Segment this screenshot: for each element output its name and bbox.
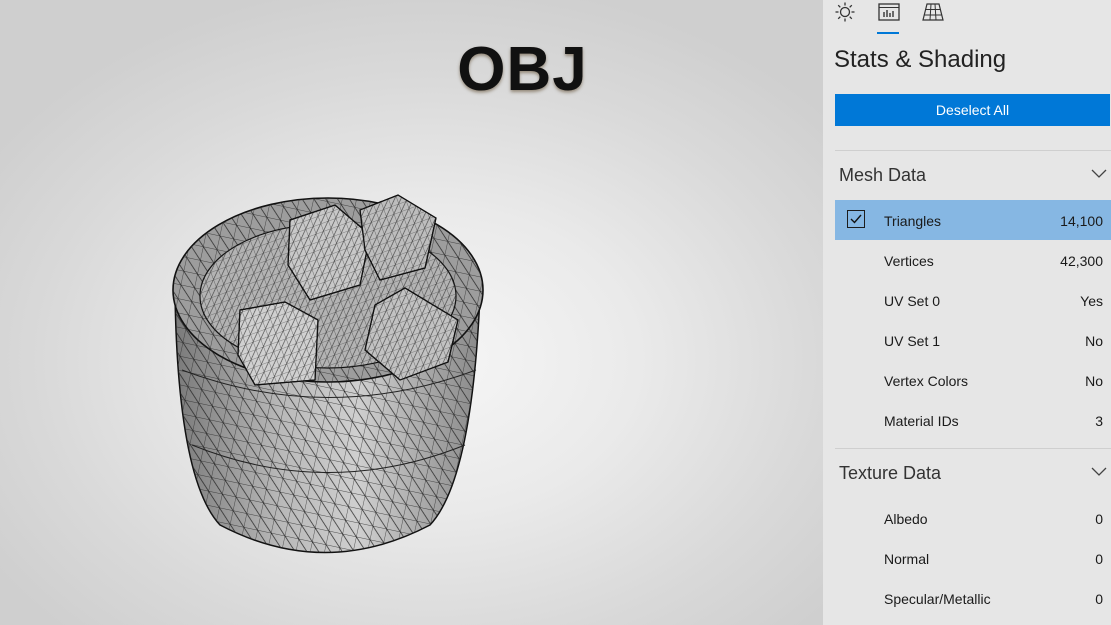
texture-row-normal[interactable]: Normal 0 bbox=[835, 538, 1111, 578]
chevron-down-icon bbox=[1091, 467, 1107, 476]
row-value: 0 bbox=[1095, 511, 1103, 527]
row-value: 14,100 bbox=[1060, 213, 1103, 229]
divider bbox=[835, 150, 1111, 151]
tab-grid[interactable] bbox=[921, 0, 945, 24]
3d-viewport[interactable]: OBJ bbox=[0, 0, 823, 625]
panel-title: Stats & Shading bbox=[834, 46, 1007, 73]
row-label: Vertex Colors bbox=[884, 373, 969, 389]
mesh-data-section-header[interactable]: Mesh Data bbox=[835, 157, 1111, 193]
panel-tab-bar bbox=[823, 0, 1111, 40]
row-value: 3 bbox=[1095, 413, 1103, 429]
mesh-row-vertices[interactable]: Vertices 42,300 bbox=[835, 240, 1111, 280]
row-label: Specular/Metallic bbox=[884, 591, 991, 607]
row-value: 42,300 bbox=[1060, 253, 1103, 269]
mesh-row-vertex-colors[interactable]: Vertex Colors No bbox=[835, 360, 1111, 400]
row-label: Vertices bbox=[884, 253, 934, 269]
format-overlay-title: OBJ bbox=[457, 35, 588, 104]
row-label: Albedo bbox=[884, 511, 928, 527]
row-label: UV Set 0 bbox=[884, 293, 941, 309]
mesh-row-uv-set-0[interactable]: UV Set 0 Yes bbox=[835, 280, 1111, 320]
mesh-row-triangles[interactable]: Triangles 14,100 bbox=[835, 200, 1111, 240]
tab-lighting[interactable] bbox=[833, 0, 857, 24]
tab-stats[interactable] bbox=[877, 0, 901, 34]
row-label: Material IDs bbox=[884, 413, 959, 429]
deselect-all-button[interactable]: Deselect All bbox=[835, 94, 1110, 126]
row-label: Triangles bbox=[884, 213, 942, 229]
checkbox[interactable] bbox=[847, 210, 865, 228]
grid-icon bbox=[922, 3, 944, 21]
row-label: Normal bbox=[884, 551, 930, 567]
chevron-down-icon bbox=[1091, 169, 1107, 178]
row-value: Yes bbox=[1080, 293, 1103, 309]
row-value: No bbox=[1085, 373, 1103, 389]
divider bbox=[835, 448, 1111, 449]
wireframe-bucket-model bbox=[172, 194, 484, 554]
sun-icon bbox=[835, 2, 855, 22]
row-value: 0 bbox=[1095, 551, 1103, 567]
texture-row-albedo[interactable]: Albedo 0 bbox=[835, 498, 1111, 538]
texture-row-specular-metallic[interactable]: Specular/Metallic 0 bbox=[835, 578, 1111, 618]
section-label: Mesh Data bbox=[839, 165, 927, 185]
mesh-row-material-ids[interactable]: Material IDs 3 bbox=[835, 400, 1111, 440]
row-label: UV Set 1 bbox=[884, 333, 941, 349]
stats-chart-icon bbox=[878, 3, 900, 21]
texture-data-section-header[interactable]: Texture Data bbox=[835, 455, 1111, 491]
section-label: Texture Data bbox=[839, 463, 942, 483]
checkmark-icon bbox=[850, 214, 862, 224]
row-value: 0 bbox=[1095, 591, 1103, 607]
stats-shading-panel: Stats & Shading Deselect All Mesh Data T… bbox=[823, 0, 1111, 625]
row-value: No bbox=[1085, 333, 1103, 349]
mesh-row-uv-set-1[interactable]: UV Set 1 No bbox=[835, 320, 1111, 360]
